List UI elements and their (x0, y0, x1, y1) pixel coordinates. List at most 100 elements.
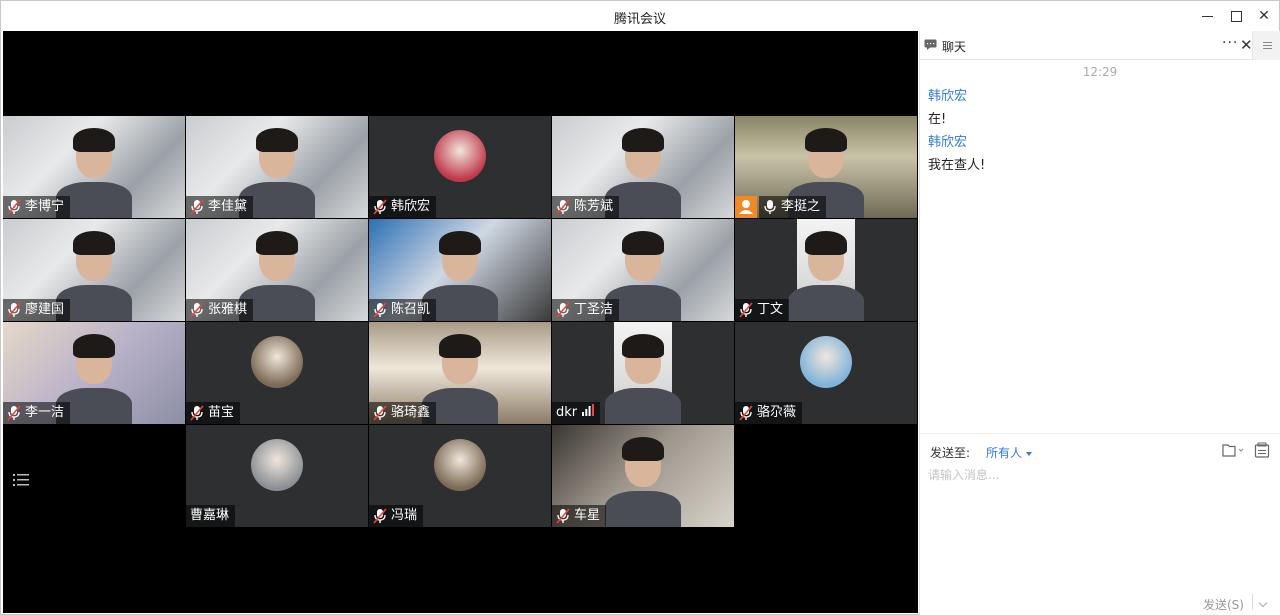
participant-tile[interactable]: 李佳黛 (186, 116, 368, 218)
participant-name: 李佳黛 (208, 199, 248, 214)
participant-tile[interactable]: 车星 (552, 425, 734, 527)
mic-icon (763, 199, 777, 215)
participant-name: 骆尕薇 (757, 405, 797, 420)
close-window-button[interactable]: ✕ (1253, 5, 1275, 27)
mic-muted-icon (373, 508, 387, 524)
person-hair (439, 334, 481, 358)
minimize-button[interactable] (1197, 5, 1219, 27)
mic-muted-icon (556, 302, 570, 318)
person-hair (622, 437, 664, 461)
participant-tile[interactable]: 陈召凯 (369, 219, 551, 321)
participant-nametag: 冯瑞 (369, 505, 424, 527)
participant-avatar (434, 130, 486, 182)
participant-nametag: 廖建国 (3, 299, 71, 321)
participant-nametag: 张雅棋 (186, 299, 254, 321)
participant-name: 骆琦鑫 (391, 405, 431, 420)
participant-tile[interactable]: 骆尕薇 (735, 322, 917, 424)
person-hair (805, 128, 847, 152)
participant-tile[interactable]: 陈芳斌 (552, 116, 734, 218)
participant-name: 冯瑞 (391, 508, 418, 523)
maximize-button[interactable] (1225, 5, 1247, 27)
mic-muted-icon (739, 405, 753, 421)
document-icon[interactable] (1254, 442, 1270, 458)
participant-tile[interactable]: 张雅棋 (186, 219, 368, 321)
participant-name: 张雅棋 (208, 302, 248, 317)
person-hair (439, 231, 481, 255)
participant-name: 李一洁 (25, 405, 65, 420)
participant-tile[interactable]: 李挺之 (735, 116, 917, 218)
participant-tile[interactable]: 李一洁 (3, 322, 185, 424)
participant-tile[interactable]: 李博宁 (3, 116, 185, 218)
participant-name: 车星 (574, 508, 601, 523)
participant-name: dkr (556, 405, 578, 420)
person-hair (73, 334, 115, 358)
participant-tile[interactable]: 廖建国 (3, 219, 185, 321)
participant-nametag: 曹嘉琳 (186, 505, 236, 527)
participant-name: 李博宁 (25, 199, 65, 214)
send-divider (1252, 594, 1253, 610)
person-hair (73, 231, 115, 255)
participant-video (788, 219, 864, 321)
participant-tile[interactable]: 丁圣洁 (552, 219, 734, 321)
participant-tile[interactable]: 骆琦鑫 (369, 322, 551, 424)
participant-nametag: 骆尕薇 (735, 402, 803, 424)
dropdown-caret-icon (1026, 451, 1033, 456)
chat-menu-button[interactable] (1252, 31, 1280, 60)
participant-nametag: 陈芳斌 (552, 196, 620, 218)
message-text: 在! (928, 112, 947, 127)
file-icon[interactable] (1222, 443, 1244, 457)
person-body (605, 491, 681, 527)
participant-nametag: 丁圣洁 (552, 299, 620, 321)
send-button[interactable]: 发送(S) (1203, 596, 1244, 613)
participant-nametag: 韩欣宏 (369, 196, 437, 218)
participant-nametag: 李挺之 (759, 196, 827, 218)
person-hair (256, 231, 298, 255)
mic-muted-icon (190, 405, 204, 421)
participant-nametag: 李佳黛 (186, 196, 254, 218)
message-input[interactable] (928, 466, 1268, 586)
more-options-button[interactable]: ··· (1222, 35, 1238, 51)
participant-list-icon[interactable] (13, 473, 29, 487)
participant-name: 陈召凯 (391, 302, 431, 317)
participant-name: 陈芳斌 (574, 199, 614, 214)
participant-tile[interactable]: 冯瑞 (369, 425, 551, 527)
mic-muted-icon (739, 302, 753, 318)
participant-tile[interactable]: 韩欣宏 (369, 116, 551, 218)
participant-nametag: dkr (552, 402, 601, 424)
participant-avatar (800, 336, 852, 388)
mic-muted-icon (7, 199, 21, 215)
message-sender[interactable]: 韩欣宏 (928, 131, 967, 150)
mic-muted-icon (373, 405, 387, 421)
participant-avatar (251, 336, 303, 388)
chat-header: 聊天 ··· ✕ (920, 31, 1280, 60)
mic-muted-icon (556, 508, 570, 524)
title-bar: 腾讯会议 ✕ (1, 1, 1279, 31)
person-body (605, 388, 681, 424)
mic-muted-icon (190, 199, 204, 215)
participant-name: 丁圣洁 (574, 302, 614, 317)
participant-tile[interactable]: dkr (552, 322, 734, 424)
participant-name: 苗宝 (208, 405, 235, 420)
meeting-window: 腾讯会议 ✕ 李博宁 李佳黛 韩欣宏 陈芳斌 李挺之 廖建国 张雅棋 陈召凯 丁圣洁 丁文 李一洁苗… (0, 0, 1280, 615)
host-icon (735, 196, 757, 218)
participant-name: 廖建国 (25, 302, 65, 317)
recipient-dropdown[interactable]: 所有人 (986, 444, 1033, 461)
chat-panel: 聊天 ··· ✕ 12:29 韩欣宏 在! 韩欣宏 我在查人! 发送至: 所有人 (919, 31, 1280, 615)
mic-muted-icon (556, 199, 570, 215)
mic-muted-icon (373, 302, 387, 318)
close-chat-button[interactable]: ✕ (1240, 36, 1253, 54)
mic-muted-icon (373, 199, 387, 215)
person-hair (805, 231, 847, 255)
participant-nametag: 车星 (552, 505, 607, 527)
person-hair (622, 231, 664, 255)
participant-tile[interactable]: 丁文 (735, 219, 917, 321)
participant-tile[interactable]: 苗宝 (186, 322, 368, 424)
send-options-icon[interactable] (1258, 598, 1268, 608)
participant-tile[interactable]: 曹嘉琳 (186, 425, 368, 527)
send-to-label: 发送至: (930, 446, 971, 460)
person-hair (622, 334, 664, 358)
video-grid: 李博宁 李佳黛 韩欣宏 陈芳斌 李挺之廖建国 张雅棋 陈召凯 丁圣洁 丁文李一洁 苗宝 骆琦鑫 dkr… (3, 31, 918, 613)
chat-title: 聊天 (942, 40, 967, 54)
message-sender[interactable]: 韩欣宏 (928, 85, 967, 104)
chat-compose-area: 发送至: 所有人 发送(S) (920, 433, 1280, 615)
